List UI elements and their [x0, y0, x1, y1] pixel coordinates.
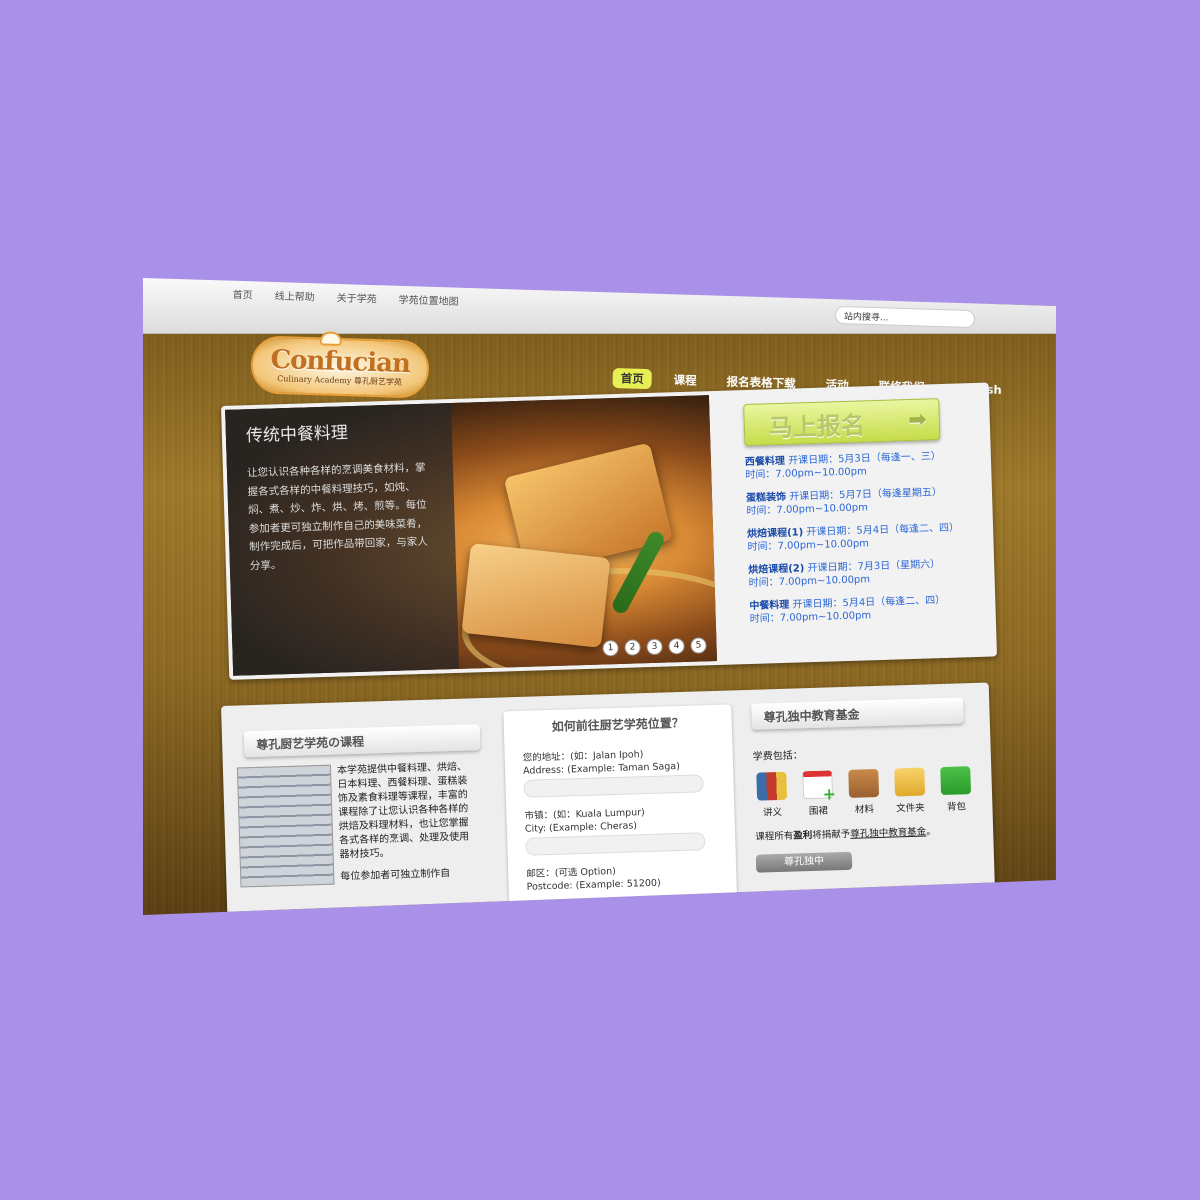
slide-title: 传统中餐料理	[245, 423, 349, 447]
course-item[interactable]: 烘焙课程(2) 开课日期：7月3日（星期六） 时间：7.00pm~10.00pm	[748, 557, 979, 590]
course-date: 开课日期：5月4日（每逢二、四）	[792, 594, 946, 611]
directions-form: 如何前往厨艺学苑位置？ 您的地址：(如：Jalan Ipoh) Address:…	[503, 704, 738, 912]
address-input[interactable]	[523, 774, 704, 798]
course-item[interactable]: 烘焙课程(1) 开课日期：5月4日（每逢二、四） 时间：7.00pm~10.00…	[747, 521, 978, 554]
enroll-label: 马上报名	[768, 411, 866, 443]
fee-caption: 文件夹	[896, 802, 925, 815]
fees-icons: 讲义 围裙 材料 文件夹	[753, 766, 974, 819]
city-input[interactable]	[525, 832, 706, 856]
fee-item-handout: 讲义	[753, 771, 790, 819]
slide-dot-5[interactable]: 5	[690, 637, 707, 654]
course-name: 烘焙课程(2)	[748, 563, 805, 576]
enroll-now-button[interactable]: 马上报名 ➡	[743, 398, 941, 447]
fee-caption: 讲义	[762, 806, 783, 819]
fee-caption: 材料	[854, 804, 875, 816]
fee-caption: 围裙	[808, 805, 829, 818]
course-date: 开课日期：7月3日（星期六）	[807, 559, 941, 575]
fee-caption: 背包	[946, 801, 967, 813]
bag-icon	[940, 766, 972, 796]
fees-section: 学费包括： 讲义 围裙 材料	[753, 741, 977, 873]
calendar-add-icon	[802, 770, 834, 800]
note-end: 。	[926, 826, 936, 838]
folder-icon	[894, 767, 926, 797]
courses-intro: 本学苑提供中餐料理、烘焙、日本料理、西餐料理、蛋糕装饰及素食料理等课程，丰富的课…	[236, 761, 471, 888]
hero-slideshow[interactable]: 传统中餐料理 让您认识各种各样的烹调美食材料，掌握各式各样的中餐料理技巧，如炖、…	[225, 395, 718, 676]
content-layer: Confucian Culinary Academy 尊孔厨艺学苑 首页 课程 …	[143, 278, 1056, 915]
course-time: 时间：7.00pm~10.00pm	[749, 610, 872, 625]
fees-label: 学费包括：	[752, 750, 803, 763]
course-date: 开课日期：5月4日（每逢二、四）	[806, 522, 960, 539]
course-time: 时间：7.00pm~10.00pm	[745, 466, 867, 482]
box-icon	[848, 768, 880, 798]
note-text: 课程所有	[755, 830, 794, 843]
tofu-image-2	[461, 543, 611, 648]
course-item[interactable]: 蛋糕装饰 开课日期：5月7日（每逢星期五） 时间：7.00pm~10.00pm	[746, 485, 977, 518]
logo-main-text: Confucian	[269, 344, 411, 380]
course-time: 时间：7.00pm~10.00pm	[747, 538, 870, 553]
hero-panel: 传统中餐料理 让您认识各种各样的烹调美食材料，掌握各式各样的中餐料理技巧，如炖、…	[221, 382, 998, 680]
slide-caption: 传统中餐料理 让您认识各种各样的烹调美食材料，掌握各式各样的中餐料理技巧，如炖、…	[225, 402, 460, 676]
chef-hat-icon	[319, 331, 343, 347]
fee-item-materials: 材料	[845, 768, 882, 816]
course-date: 开课日期：5月3日（每逢一、三）	[787, 451, 941, 467]
course-date: 开课日期：5月7日（每逢星期五）	[789, 487, 943, 503]
course-schedule-list: 西餐料理 开课日期：5月3日（每逢一、三） 时间：7.00pm~10.00pm …	[745, 449, 980, 636]
fund-section-title: 尊孔独中教育基金	[751, 697, 964, 730]
slide-dot-4[interactable]: 4	[668, 637, 685, 655]
course-name: 西餐料理	[744, 455, 786, 469]
slide-text: 让您认识各种各样的烹调美食材料，掌握各式各样的中餐料理技巧，如炖、焖、煮、炒、炸…	[246, 461, 428, 572]
course-time: 时间：7.00pm~10.00pm	[746, 502, 869, 517]
course-name: 中餐料理	[749, 599, 790, 612]
courses-section-title: 尊孔厨艺学苑の课程	[243, 724, 481, 758]
fee-item-bag: 背包	[937, 766, 974, 813]
browser-page: 首页 线上帮助 关于学苑 学苑位置地图 站内搜寻... Confucian Cu…	[143, 278, 1056, 915]
nav-home[interactable]: 首页	[612, 368, 652, 390]
course-item[interactable]: 中餐料理 开课日期：5月4日（每逢二、四） 时间：7.00pm~10.00pm	[749, 593, 980, 626]
directions-title: 如何前往厨艺学苑位置？	[551, 715, 684, 734]
books-icon	[756, 771, 788, 801]
arrow-right-icon: ➡	[907, 407, 928, 434]
lower-panel: 尊孔厨艺学苑の课程 本学苑提供中餐料理、烘焙、日本料理、西餐料理、蛋糕装饰及素食…	[221, 682, 996, 915]
course-item[interactable]: 西餐料理 开课日期：5月3日（每逢一、三） 时间：7.00pm~10.00pm	[745, 449, 976, 482]
fund-link[interactable]: 尊孔独中教育基金	[850, 827, 926, 840]
fund-button[interactable]: 尊孔独中	[755, 851, 853, 873]
fee-item-folder: 文件夹	[891, 767, 928, 814]
course-name: 蛋糕装饰	[745, 491, 787, 505]
slide-dot-2[interactable]: 2	[624, 639, 641, 656]
course-name: 烘焙课程(1)	[747, 527, 804, 540]
fee-item-apron: 围裙	[799, 770, 836, 817]
site-logo[interactable]: Confucian Culinary Academy 尊孔厨艺学苑	[250, 331, 430, 399]
note-text-2: 将捐献予	[812, 828, 851, 842]
course-time: 时间：7.00pm~10.00pm	[748, 574, 871, 589]
nav-courses[interactable]: 课程	[665, 370, 705, 391]
profit-note: 课程所有盈利将捐献予尊孔独中教育基金。	[755, 822, 975, 843]
slide-dot-1[interactable]: 1	[602, 639, 619, 657]
slide-pager: 1 2 3 4 5	[602, 637, 707, 657]
building-photo	[236, 764, 335, 888]
note-bold: 盈利	[793, 830, 813, 842]
slide-dot-3[interactable]: 3	[646, 638, 663, 656]
